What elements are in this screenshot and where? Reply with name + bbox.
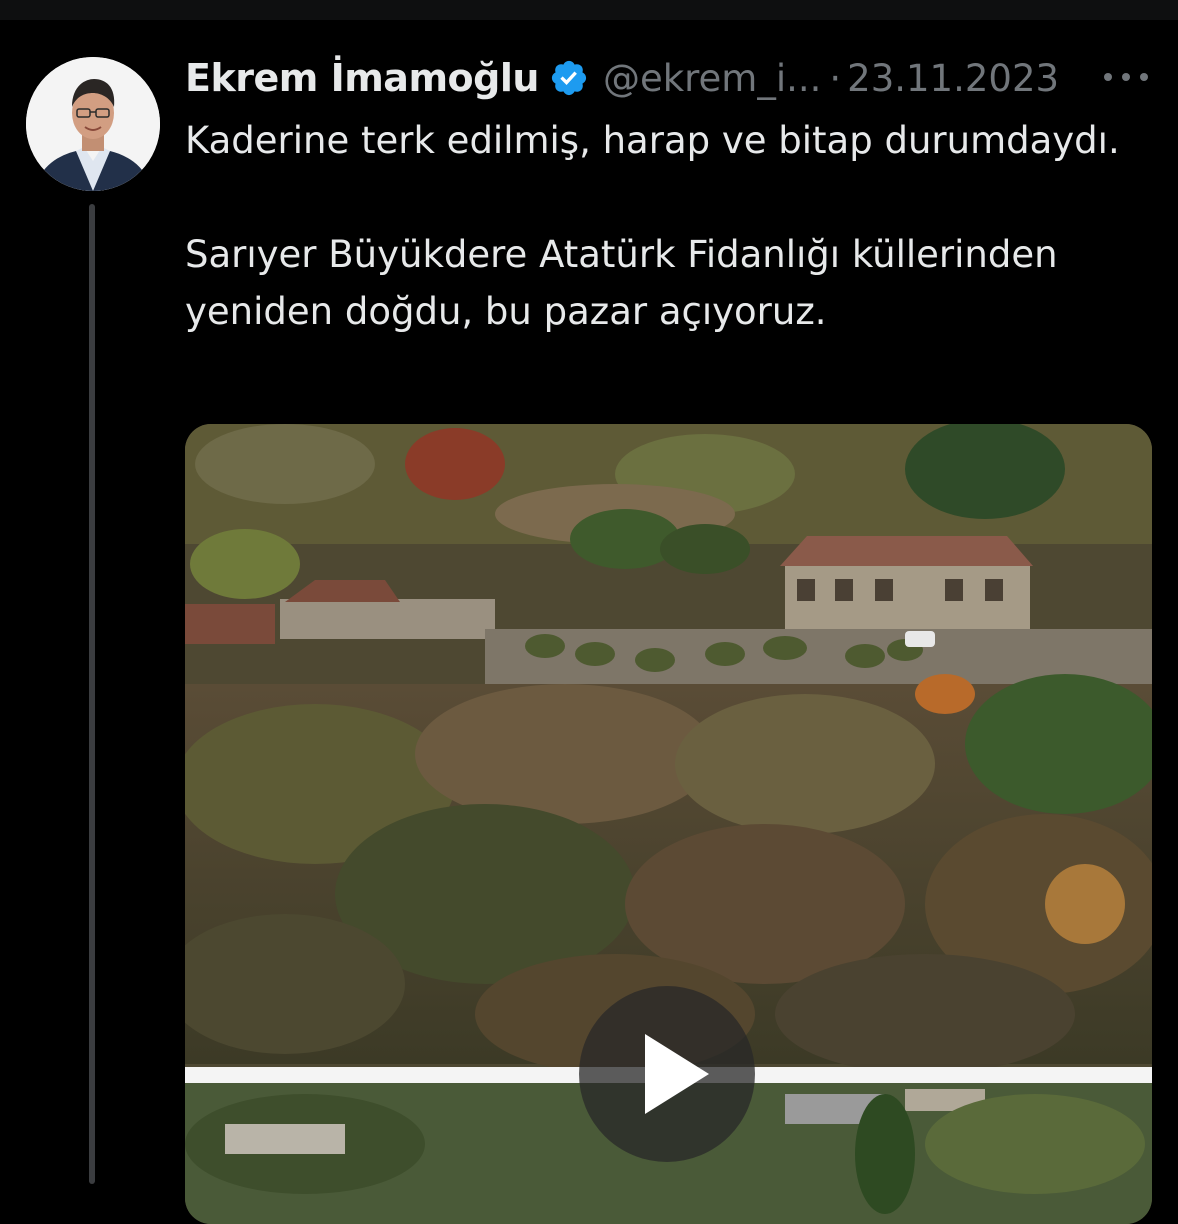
more-options-icon[interactable] [1096,55,1156,99]
author-name[interactable]: Ekrem İmamoğlu [185,56,539,100]
play-button[interactable] [579,986,755,1162]
verified-badge-icon [551,60,587,96]
tweet-date[interactable]: 23.11.2023 [847,57,1059,100]
top-bar [0,0,1178,20]
thread-line [89,204,95,1184]
avatar[interactable] [26,57,160,191]
tweet-text: Kaderine terk edilmiş, harap ve bitap du… [185,112,1145,340]
tweet-header: Ekrem İmamoğlu @ekrem_i... · 23.11.2023 [185,52,1165,104]
tweet-text-paragraph-2: Sarıyer Büyükdere Atatürk Fidanlığı küll… [185,233,1058,333]
tweet-text-paragraph-1: Kaderine terk edilmiş, harap ve bitap du… [185,119,1120,162]
separator: · [829,56,842,100]
play-icon [645,1034,709,1114]
avatar-photo [26,57,160,191]
author-handle[interactable]: @ekrem_i... [603,57,821,100]
